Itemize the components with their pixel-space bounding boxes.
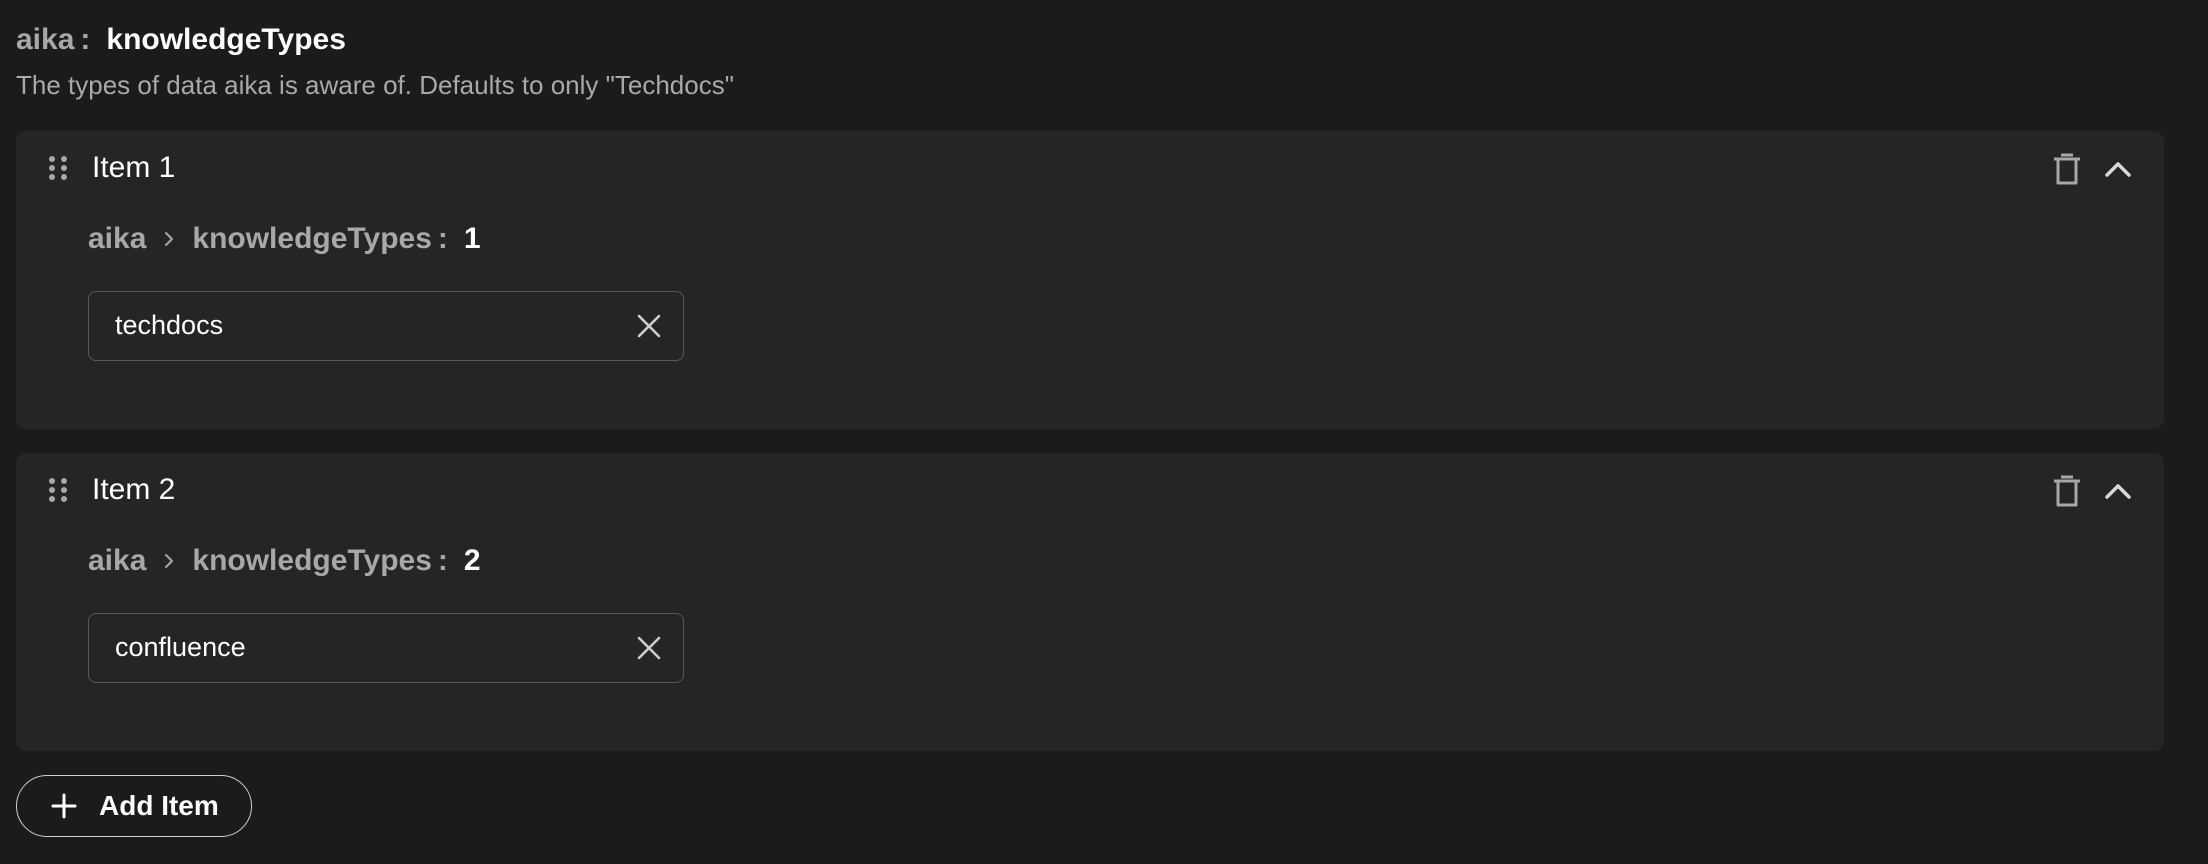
- breadcrumb: aika knowledgeTypes : 1: [88, 217, 481, 261]
- array-item-title: Item 1: [92, 151, 176, 184]
- array-field-editor: aika : knowledgeTypes The types of data …: [0, 0, 2208, 864]
- chevron-right-icon: [165, 554, 174, 568]
- item-value-field: [88, 291, 684, 361]
- plus-icon: [51, 793, 77, 819]
- close-icon[interactable]: [635, 634, 663, 662]
- breadcrumb-index: 2: [463, 544, 481, 577]
- chevron-up-icon[interactable]: [2102, 155, 2134, 183]
- breadcrumb-colon: :: [437, 222, 448, 255]
- breadcrumb-field: knowledgeTypes: [192, 222, 432, 255]
- chevron-right-icon: [165, 232, 174, 246]
- field-title-separator: :: [80, 23, 91, 56]
- trash-icon[interactable]: [2050, 473, 2084, 509]
- chevron-up-icon[interactable]: [2102, 477, 2134, 505]
- breadcrumb-root: aika: [88, 544, 147, 577]
- drag-handle-icon[interactable]: [48, 155, 68, 181]
- item-value-field: [88, 613, 684, 683]
- item-value-input[interactable]: [115, 614, 595, 681]
- field-title-parent: aika: [16, 23, 75, 56]
- add-item-button[interactable]: Add Item: [16, 775, 252, 837]
- breadcrumb-colon: :: [437, 544, 448, 577]
- array-item-card-2: Item 2 aika knowledgeTypes : 2: [16, 453, 2164, 751]
- field-description: The types of data aika is aware of. Defa…: [16, 70, 734, 100]
- breadcrumb: aika knowledgeTypes : 2: [88, 539, 481, 583]
- breadcrumb-root: aika: [88, 222, 147, 255]
- array-item-card-1: Item 1 aika knowledgeTypes : 1: [16, 131, 2164, 429]
- drag-handle-icon[interactable]: [48, 477, 68, 503]
- add-item-label: Add Item: [99, 790, 219, 821]
- trash-icon[interactable]: [2050, 151, 2084, 187]
- breadcrumb-field: knowledgeTypes: [192, 544, 432, 577]
- item-value-input[interactable]: [115, 292, 595, 359]
- close-icon[interactable]: [635, 312, 663, 340]
- breadcrumb-index: 1: [463, 222, 481, 255]
- field-title-key: knowledgeTypes: [106, 23, 346, 56]
- field-title: aika : knowledgeTypes: [16, 18, 346, 62]
- array-item-title: Item 2: [92, 473, 176, 506]
